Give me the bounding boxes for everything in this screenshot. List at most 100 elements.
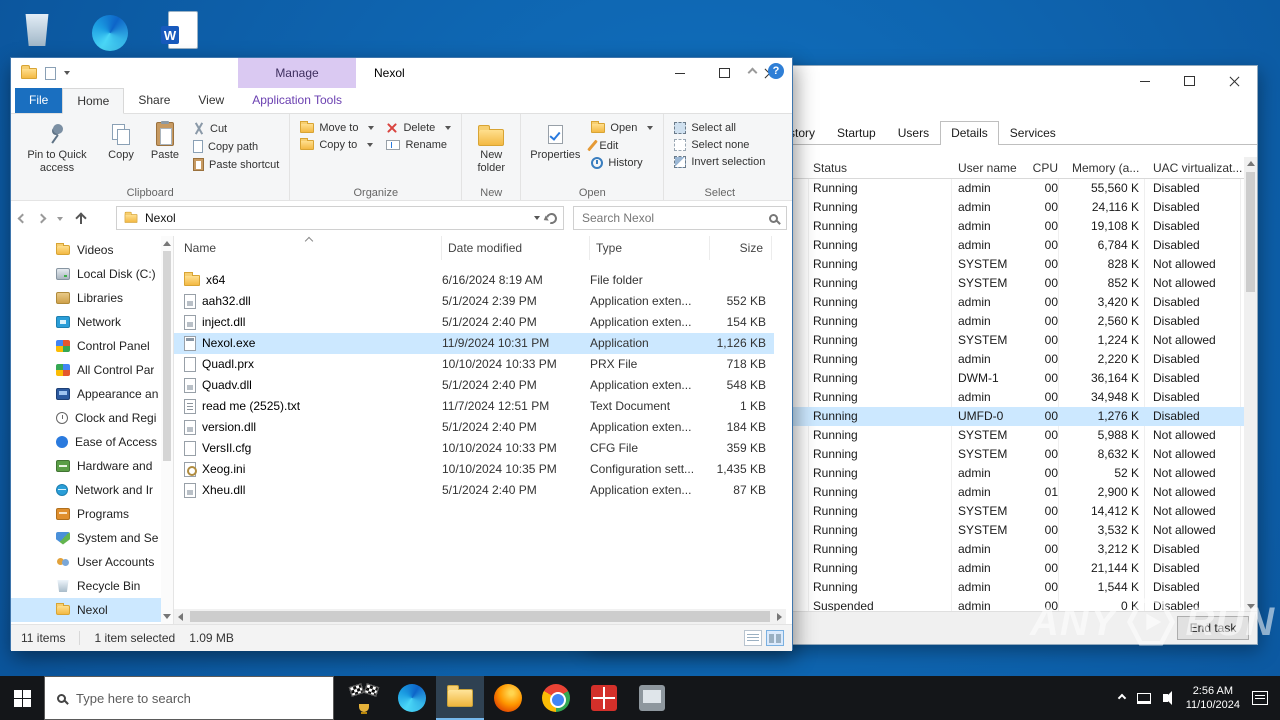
- sidebar-item[interactable]: Appearance an: [11, 382, 161, 406]
- cut-button[interactable]: Cut: [190, 121, 282, 136]
- ribbon-tab[interactable]: View: [184, 88, 238, 113]
- delete-button[interactable]: Delete: [383, 121, 454, 135]
- copy-button[interactable]: Copy: [99, 117, 143, 164]
- taskbar-app-gray-utility[interactable]: [628, 676, 676, 720]
- file-row[interactable]: VersIl.cfg 10/10/2024 10:33 PM CFG File …: [174, 438, 774, 459]
- horizontal-scrollbar[interactable]: [174, 609, 786, 624]
- open-button[interactable]: Open: [588, 121, 656, 135]
- sidebar-item[interactable]: Libraries: [11, 286, 161, 310]
- sidebar-item[interactable]: Ease of Access: [11, 430, 161, 454]
- ribbon-tab[interactable]: File: [15, 88, 63, 113]
- sidebar-item[interactable]: Local Disk (C:): [11, 262, 161, 286]
- breadcrumb[interactable]: Nexol: [145, 211, 528, 225]
- word-document-icon[interactable]: W: [159, 6, 207, 54]
- network-icon[interactable]: [1136, 692, 1151, 704]
- move-to-button[interactable]: Move to: [297, 121, 377, 135]
- explorer-maximize-button[interactable]: [702, 58, 747, 88]
- invert-selection-button[interactable]: Invert selection: [671, 155, 768, 169]
- column-header-status[interactable]: Status: [813, 157, 847, 179]
- explorer-minimize-button[interactable]: [657, 58, 702, 88]
- taskbar-app-edge[interactable]: [388, 676, 436, 720]
- scroll-down-icon[interactable]: [163, 614, 171, 619]
- start-button[interactable]: [0, 676, 44, 720]
- scrollbar-thumb[interactable]: [1246, 172, 1255, 292]
- file-row[interactable]: Quadl.prx 10/10/2024 10:33 PM PRX File 7…: [174, 354, 774, 375]
- sidebar-item[interactable]: Hardware and: [11, 454, 161, 478]
- history-button[interactable]: History: [588, 156, 656, 170]
- large-icons-view-button[interactable]: [766, 630, 784, 646]
- help-icon[interactable]: ?: [768, 62, 784, 79]
- recycle-bin-icon[interactable]: [13, 6, 61, 54]
- sidebar-item[interactable]: Control Panel: [11, 334, 161, 358]
- scroll-right-icon[interactable]: [777, 612, 782, 621]
- file-row[interactable]: read me (2525).txt 11/7/2024 12:51 PM Te…: [174, 396, 774, 417]
- rename-button[interactable]: Rename: [383, 138, 454, 152]
- taskbar-app-red-grid[interactable]: [580, 676, 628, 720]
- scroll-left-icon[interactable]: [178, 612, 183, 621]
- taskbar-search-box[interactable]: Type here to search: [44, 676, 334, 720]
- column-header-user-name[interactable]: User name: [958, 157, 1017, 179]
- taskmgr-close-button[interactable]: [1212, 66, 1257, 96]
- sidebar-item[interactable]: Programs: [11, 502, 161, 526]
- column-header-date-modified[interactable]: Date modified: [442, 236, 590, 260]
- pin-to-quick-access-button[interactable]: Pin to Quick access: [15, 117, 99, 177]
- navpane-scrollbar[interactable]: [161, 236, 173, 624]
- sidebar-item[interactable]: User Accounts: [11, 550, 161, 574]
- show-hidden-icons-chevron[interactable]: [1117, 693, 1126, 703]
- taskbar-app-firefox[interactable]: [484, 676, 532, 720]
- scrollbar-thumb[interactable]: [163, 251, 171, 461]
- properties-button[interactable]: Properties: [525, 117, 585, 164]
- column-header-name[interactable]: Name: [178, 236, 442, 260]
- ribbon-tab[interactable]: Share: [124, 88, 184, 113]
- taskmgr-tab[interactable]: Startup: [826, 121, 887, 144]
- taskmgr-tab[interactable]: Users: [887, 121, 940, 144]
- select-all-button[interactable]: Select all: [671, 121, 768, 135]
- scroll-down-icon[interactable]: [1246, 604, 1255, 609]
- file-row[interactable]: Xeog.ini 10/10/2024 10:35 PM Configurati…: [174, 459, 774, 480]
- up-one-level-button[interactable]: [75, 213, 87, 225]
- ribbon-tab[interactable]: Application Tools: [238, 88, 356, 113]
- taskbar-app-file-explorer[interactable]: [436, 676, 484, 720]
- new-folder-button[interactable]: New folder: [466, 117, 516, 177]
- scroll-up-icon[interactable]: [163, 241, 171, 246]
- sidebar-item[interactable]: Clock and Regi: [11, 406, 161, 430]
- taskmgr-tab[interactable]: Services: [999, 121, 1067, 144]
- file-row[interactable]: version.dll 5/1/2024 2:40 PM Application…: [174, 417, 774, 438]
- recent-locations-caret-icon[interactable]: [57, 216, 63, 221]
- sidebar-item[interactable]: All Control Par: [11, 358, 161, 382]
- taskmgr-tab[interactable]: Details: [940, 121, 999, 145]
- file-row[interactable]: aah32.dll 5/1/2024 2:39 PM Application e…: [174, 291, 774, 312]
- taskmgr-scrollbar[interactable]: [1244, 157, 1257, 613]
- column-header-memory[interactable]: Memory (a...: [1072, 157, 1139, 179]
- scrollbar-thumb[interactable]: [190, 611, 770, 622]
- paste-button[interactable]: Paste: [143, 117, 187, 164]
- forward-button[interactable]: [36, 213, 47, 224]
- select-none-button[interactable]: Select none: [671, 138, 768, 152]
- end-task-button[interactable]: End task: [1177, 616, 1249, 640]
- column-header-size[interactable]: Size: [710, 236, 772, 260]
- sidebar-item[interactable]: Network: [11, 310, 161, 334]
- taskbar-app-racing-flags[interactable]: [340, 676, 388, 720]
- file-row[interactable]: Quadv.dll 5/1/2024 2:40 PM Application e…: [174, 375, 774, 396]
- back-button[interactable]: [17, 213, 28, 224]
- ribbon-tab[interactable]: Home: [62, 88, 125, 114]
- minimize-ribbon-icon[interactable]: [747, 67, 758, 78]
- column-header-type[interactable]: Type: [590, 236, 710, 260]
- edit-button[interactable]: Edit: [587, 138, 656, 153]
- sidebar-item[interactable]: Network and Ir: [11, 478, 161, 502]
- column-header-uac[interactable]: UAC virtualizat...: [1153, 157, 1242, 179]
- taskbar-clock[interactable]: 2:56 AM 11/10/2024: [1186, 684, 1240, 712]
- copy-path-button[interactable]: Copy path: [190, 139, 282, 154]
- scroll-up-icon[interactable]: [1246, 161, 1255, 166]
- qat-properties-icon[interactable]: [45, 66, 56, 80]
- sidebar-item[interactable]: Nexol: [11, 598, 161, 622]
- file-row[interactable]: x64 6/16/2024 8:19 AM File folder: [174, 270, 774, 291]
- refresh-icon[interactable]: [543, 210, 560, 226]
- address-dropdown-caret-icon[interactable]: [534, 216, 540, 220]
- file-row[interactable]: inject.dll 5/1/2024 2:40 PM Application …: [174, 312, 774, 333]
- file-row[interactable]: Nexol.exe 11/9/2024 10:31 PM Application…: [174, 333, 774, 354]
- address-bar[interactable]: Nexol: [116, 206, 564, 230]
- copy-to-button[interactable]: Copy to: [297, 138, 377, 152]
- sidebar-item[interactable]: System and Se: [11, 526, 161, 550]
- taskmgr-minimize-button[interactable]: [1122, 66, 1167, 96]
